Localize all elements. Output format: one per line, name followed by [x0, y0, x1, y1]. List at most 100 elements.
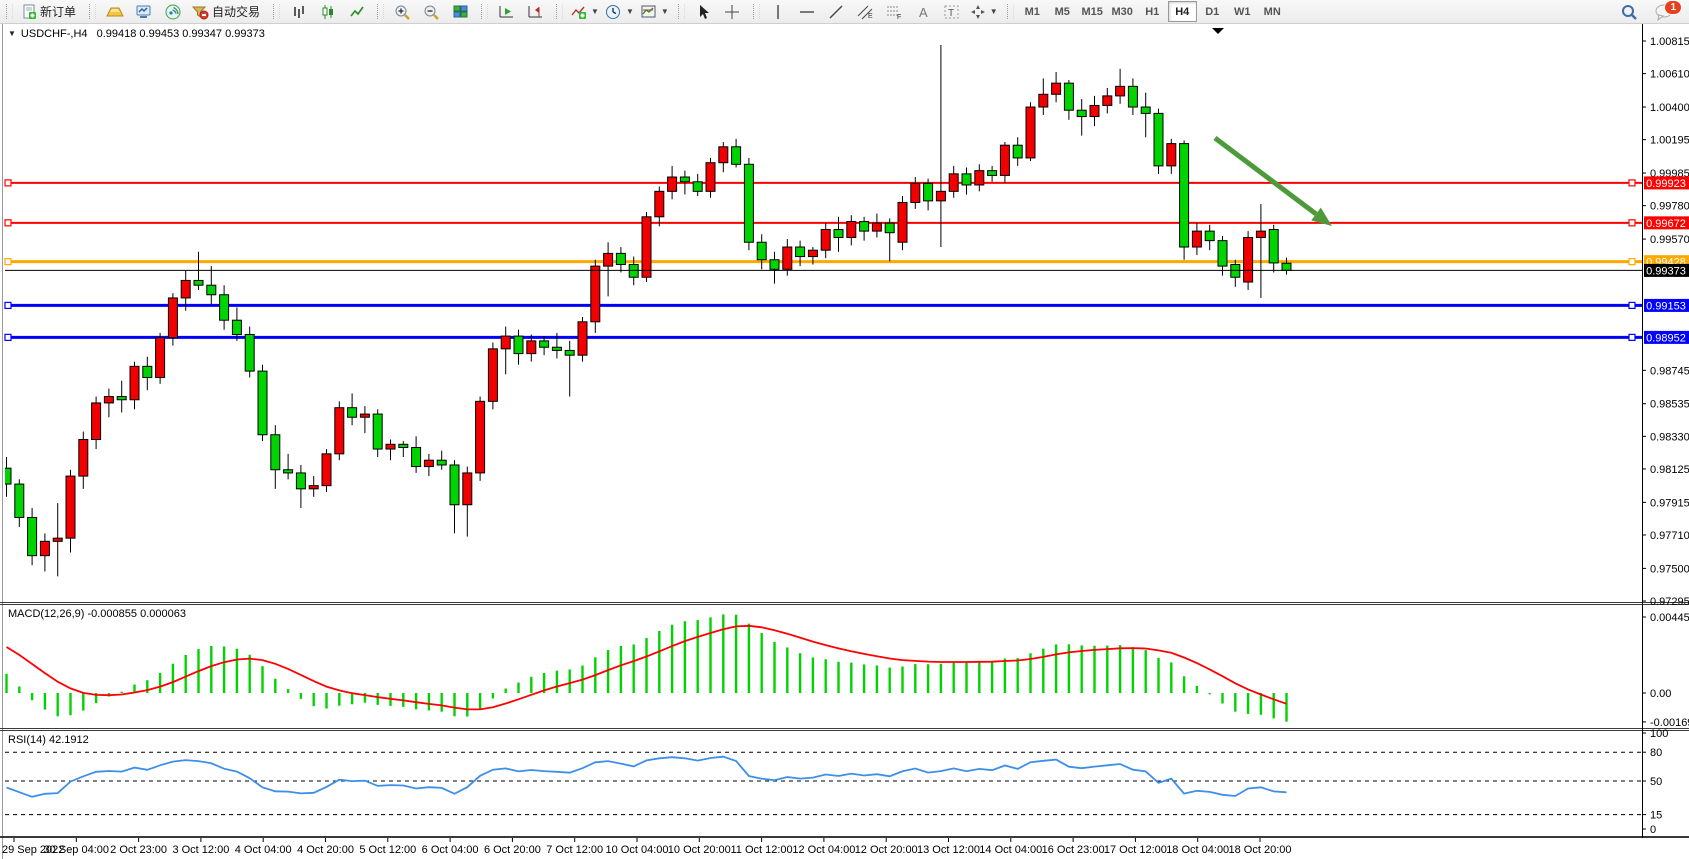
arrows-tool-button[interactable]: ▼ — [967, 0, 1001, 23]
time-axis-label: 5 Oct 12:00 — [359, 844, 416, 856]
line-handle[interactable] — [5, 334, 11, 340]
tab-timeframe-m30[interactable]: M30 — [1108, 1, 1137, 22]
indicators-button[interactable]: ▼ — [567, 0, 602, 23]
line-handle[interactable] — [1629, 302, 1635, 308]
bar-chart-mode-button[interactable] — [284, 0, 313, 23]
tab-timeframe-h4[interactable]: H4 — [1168, 1, 1197, 22]
chart-window[interactable]: ▼ USDCHF-,H4 0.99418 0.99453 0.99347 0.99… — [0, 24, 1689, 859]
price-line-badge-label: 0.99672 — [1646, 218, 1686, 230]
line-handle[interactable] — [5, 180, 11, 186]
tab-timeframe-m15[interactable]: M15 — [1078, 1, 1107, 22]
zoom-in-button[interactable] — [388, 0, 417, 23]
candle — [168, 293, 177, 345]
chart-canvas[interactable]: 1.008151.006101.004001.001950.999850.997… — [0, 24, 1689, 859]
price-tick-label: 0.98535 — [1650, 399, 1689, 411]
terminal-icon — [135, 4, 153, 20]
line-handle[interactable] — [1629, 334, 1635, 340]
chart-ohlc-values: 0.99418 0.99453 0.99347 0.99373 — [97, 28, 265, 40]
dropdown-caret-icon: ▼ — [990, 7, 998, 16]
time-axis-label: 18 Oct 20:00 — [1229, 844, 1292, 856]
candle — [156, 333, 165, 384]
chart-shift-button[interactable] — [521, 0, 550, 23]
clock-icon — [605, 4, 622, 20]
time-axis-label: 11 Oct 12:00 — [731, 844, 793, 856]
price-tick-label: 0.97500 — [1650, 563, 1689, 575]
time-axis-label: 13 Oct 12:00 — [917, 844, 980, 856]
macd-tick-label: 0.00 — [1650, 688, 1671, 700]
price-tick-label: 1.00815 — [1650, 36, 1689, 48]
fibonacci-tool-button[interactable]: F — [880, 0, 909, 23]
bar-chart-icon — [291, 4, 307, 20]
svg-text:E: E — [868, 13, 873, 20]
line-handle[interactable] — [1629, 180, 1635, 186]
crosshair-tool-button[interactable] — [718, 0, 747, 23]
line-chart-mode-button[interactable] — [342, 0, 371, 23]
price-tick-label: 0.97295 — [1650, 596, 1689, 608]
svg-text:F: F — [897, 14, 901, 20]
candle — [335, 401, 344, 460]
tab-timeframe-m1[interactable]: M1 — [1018, 1, 1047, 22]
line-handle[interactable] — [5, 302, 11, 308]
svg-text:A: A — [919, 5, 928, 20]
line-handle[interactable] — [5, 220, 11, 226]
templates-button[interactable]: ▼ — [637, 0, 672, 23]
new-order-button[interactable]: 新订单 — [17, 0, 83, 23]
dropdown-caret-icon: ▼ — [661, 7, 669, 16]
auto-trading-button[interactable]: 自动交易 — [187, 0, 267, 23]
line-handle[interactable] — [1629, 259, 1635, 265]
tab-timeframe-mn[interactable]: MN — [1258, 1, 1287, 22]
time-axis-label: 3 Oct 12:00 — [172, 844, 229, 856]
price-line-badge-label: 0.99923 — [1646, 178, 1686, 190]
equidistant-channel-icon: E — [856, 4, 874, 20]
dropdown-caret-icon: ▼ — [591, 7, 599, 16]
trendline-tool-button[interactable] — [822, 0, 851, 23]
text-tool-button[interactable]: A — [909, 0, 938, 23]
time-axis-label: 10 Oct 20:00 — [668, 844, 731, 856]
periods-button[interactable]: ▼ — [602, 0, 637, 23]
tab-timeframe-d1[interactable]: D1 — [1198, 1, 1227, 22]
line-handle[interactable] — [1629, 220, 1635, 226]
signal-button[interactable] — [158, 0, 187, 23]
chart-collapse-icon[interactable]: ▼ — [8, 29, 16, 38]
candlestick-mode-button[interactable] — [313, 0, 342, 23]
price-tick-label: 0.98125 — [1650, 464, 1689, 476]
auto-trading-icon — [191, 4, 209, 20]
cursor-tool-button[interactable] — [689, 0, 718, 23]
new-order-icon — [21, 4, 37, 20]
search-button[interactable] — [1614, 0, 1643, 23]
zoom-out-button[interactable] — [417, 0, 446, 23]
terminal-button[interactable] — [129, 0, 158, 23]
market-watch-button[interactable] — [100, 0, 129, 23]
horizontal-line-tool-button[interactable] — [793, 0, 822, 23]
tab-timeframe-h1[interactable]: H1 — [1138, 1, 1167, 22]
channel-tool-button[interactable]: E — [851, 0, 880, 23]
candle — [476, 397, 485, 481]
search-icon — [1620, 3, 1638, 21]
tile-windows-button[interactable] — [446, 0, 475, 23]
chart-symbol-label: USDCHF-,H4 — [21, 28, 88, 40]
price-tick-label: 0.98330 — [1650, 431, 1689, 443]
time-axis-label: 2 Oct 23:00 — [110, 844, 167, 856]
toolbar-grip — [678, 4, 685, 19]
vertical-line-icon — [771, 4, 785, 20]
candle — [258, 365, 267, 441]
price-tick-label: 0.99780 — [1650, 201, 1689, 213]
timeframe-toolbar: M1 M5 M15 M30 H1 H4 D1 W1 MN — [1018, 1, 1287, 22]
tab-timeframe-m5[interactable]: M5 — [1048, 1, 1077, 22]
price-tick-label: 1.00610 — [1650, 69, 1689, 81]
toolbar-grip — [753, 4, 760, 19]
price-line-badge-label: 0.98952 — [1646, 332, 1686, 344]
tab-timeframe-w1[interactable]: W1 — [1228, 1, 1257, 22]
candle — [642, 212, 651, 282]
chart-title-bar: ▼ USDCHF-,H4 0.99418 0.99453 0.99347 0.99… — [8, 28, 265, 40]
auto-scroll-icon — [498, 4, 515, 20]
text-label-tool-button[interactable]: T — [938, 0, 967, 23]
price-line-badge-label: 0.99153 — [1646, 300, 1686, 312]
time-axis-label: 30 Sep 04:00 — [44, 844, 109, 856]
vertical-line-tool-button[interactable] — [764, 0, 793, 23]
zoom-out-icon — [423, 4, 440, 20]
notifications-button[interactable]: 1 — [1649, 1, 1679, 23]
trendline-icon — [828, 4, 844, 20]
auto-scroll-button[interactable] — [492, 0, 521, 23]
line-handle[interactable] — [5, 259, 11, 265]
